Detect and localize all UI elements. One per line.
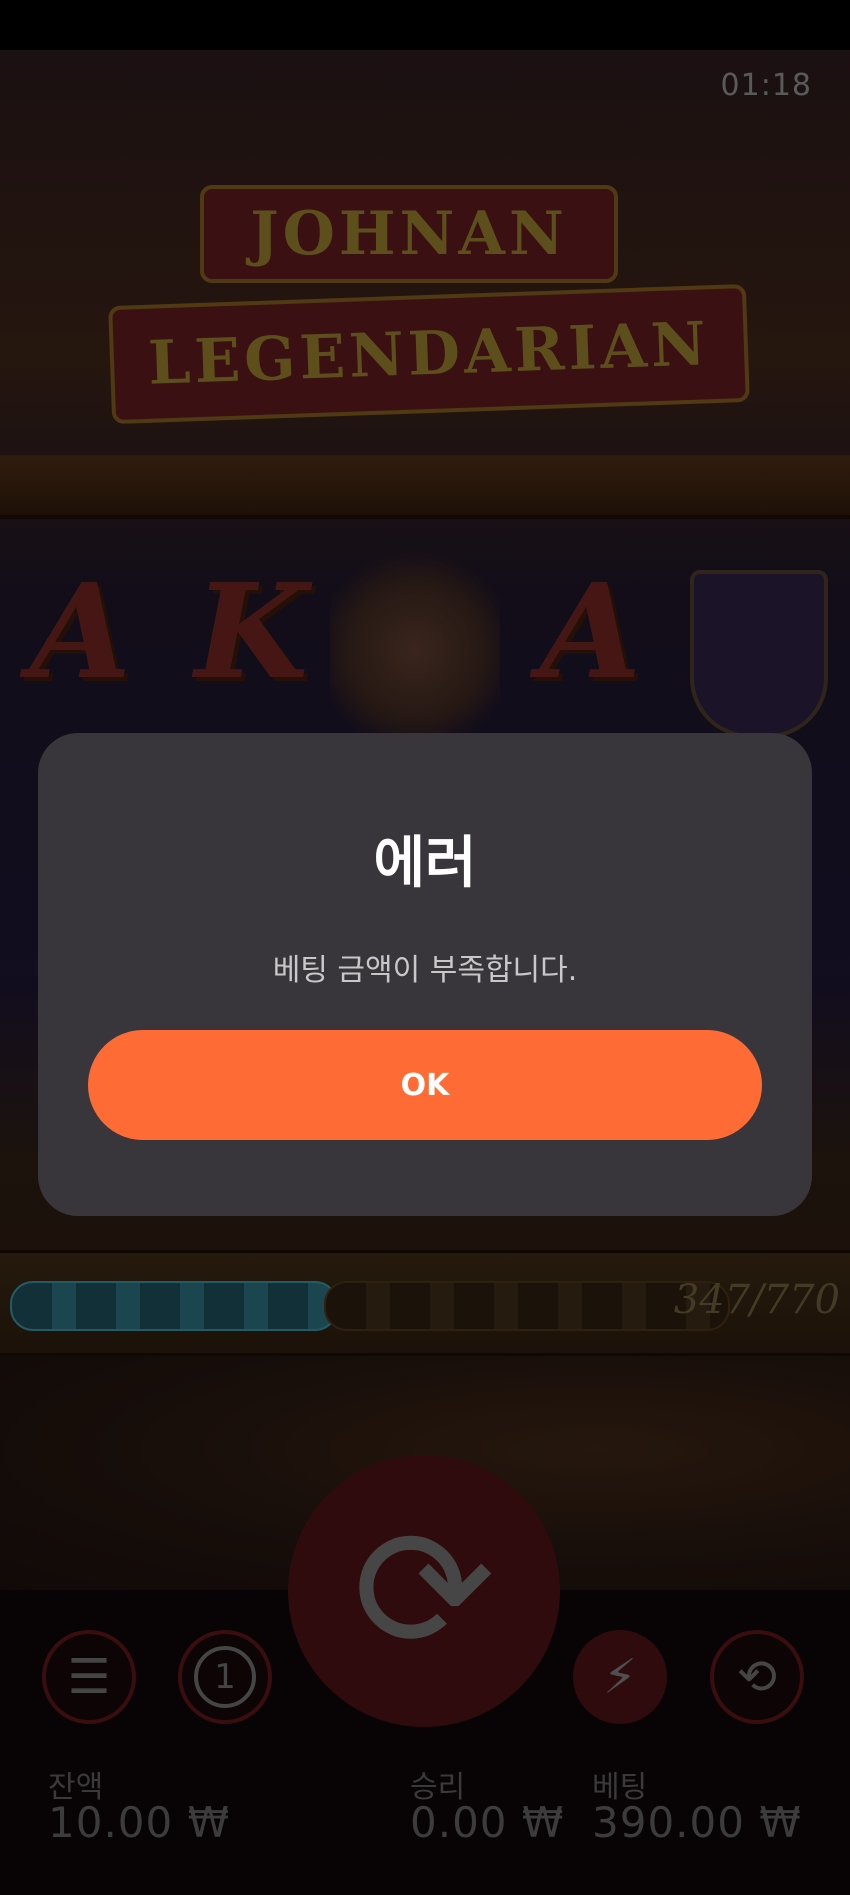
ok-button[interactable]: OK — [88, 1030, 762, 1140]
dialog-title: 에러 — [373, 831, 477, 896]
dialog-message: 베팅 금액이 부족합니다. — [272, 953, 578, 988]
game-screen: 01:18 JOHNAN LEGENDARIAN A K A 347/770 ☰… — [0, 0, 850, 1895]
